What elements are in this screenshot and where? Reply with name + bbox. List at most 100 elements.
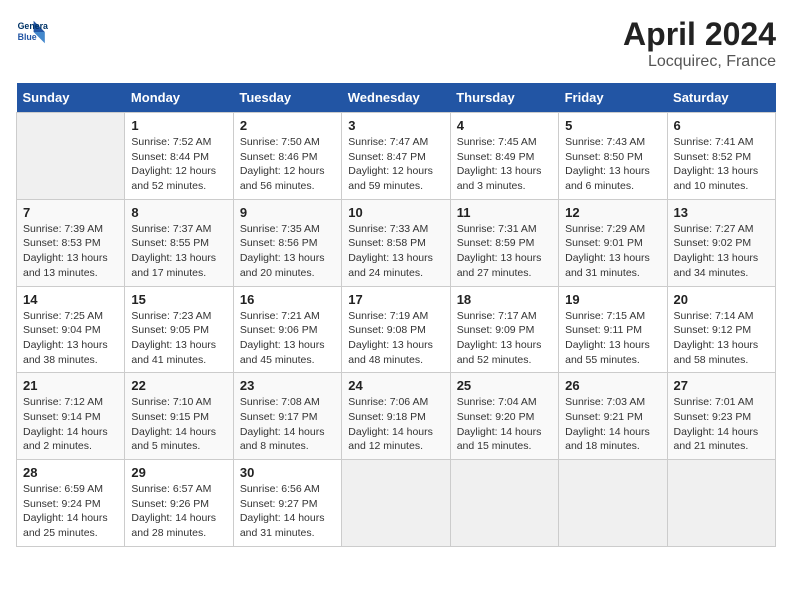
day-info: Sunrise: 7:25 AM Sunset: 9:04 PM Dayligh… — [23, 309, 118, 368]
calendar-cell: 21Sunrise: 7:12 AM Sunset: 9:14 PM Dayli… — [17, 373, 125, 460]
calendar-week-row: 7Sunrise: 7:39 AM Sunset: 8:53 PM Daylig… — [17, 199, 776, 286]
calendar-cell: 8 Sunrise: 7:37 AM Sunset: 8:55 PM Daylig… — [125, 199, 233, 286]
day-number: 25 — [457, 378, 552, 393]
day-info: Sunrise: 6:56 AM Sunset: 9:27 PM Dayligh… — [240, 482, 335, 541]
calendar-cell: 1Sunrise: 7:52 AM Sunset: 8:44 PM Daylig… — [125, 113, 233, 200]
calendar-header-cell: Tuesday — [233, 83, 341, 113]
day-number: 12 — [565, 205, 660, 220]
day-info: Sunrise: 7:19 AM Sunset: 9:08 PM Dayligh… — [348, 309, 443, 368]
day-number: 6 — [674, 118, 769, 133]
day-number: 27 — [674, 378, 769, 393]
day-number: 20 — [674, 292, 769, 307]
day-number: 16 — [240, 292, 335, 307]
day-number: 8 — [131, 205, 226, 220]
calendar-cell: 23 Sunrise: 7:08 AM Sunset: 9:17 PM Dayli… — [233, 373, 341, 460]
calendar-week-row: 21Sunrise: 7:12 AM Sunset: 9:14 PM Dayli… — [17, 373, 776, 460]
day-info: Sunrise: 6:57 AM Sunset: 9:26 PM Dayligh… — [131, 482, 226, 541]
day-info: Sunrise: 7:17 AM Sunset: 9:09 PM Dayligh… — [457, 309, 552, 368]
logo: General Blue — [16, 16, 48, 48]
svg-text:Blue: Blue — [18, 32, 37, 42]
day-info: Sunrise: 7:21 AM Sunset: 9:06 PM Dayligh… — [240, 309, 335, 368]
day-number: 30 — [240, 465, 335, 480]
day-info: Sunrise: 7:12 AM Sunset: 9:14 PM Dayligh… — [23, 395, 118, 454]
calendar-cell: 22 Sunrise: 7:10 AM Sunset: 9:15 PM Dayli… — [125, 373, 233, 460]
calendar-week-row: 14 Sunrise: 7:25 AM Sunset: 9:04 PM Dayli… — [17, 286, 776, 373]
day-number: 24 — [348, 378, 443, 393]
calendar-cell: 14 Sunrise: 7:25 AM Sunset: 9:04 PM Dayli… — [17, 286, 125, 373]
day-number: 19 — [565, 292, 660, 307]
calendar-cell: 11 Sunrise: 7:31 AM Sunset: 8:59 PM Dayli… — [450, 199, 558, 286]
calendar-cell: 5 Sunrise: 7:43 AM Sunset: 8:50 PM Daylig… — [559, 113, 667, 200]
calendar-cell: 17 Sunrise: 7:19 AM Sunset: 9:08 PM Dayli… — [342, 286, 450, 373]
calendar-header-cell: Thursday — [450, 83, 558, 113]
day-info: Sunrise: 7:14 AM Sunset: 9:12 PM Dayligh… — [674, 309, 769, 368]
day-info: Sunrise: 7:31 AM Sunset: 8:59 PM Dayligh… — [457, 222, 552, 281]
page-header: General Blue April 2024 Locquirec, Franc… — [16, 16, 776, 71]
day-number: 4 — [457, 118, 552, 133]
day-number: 14 — [23, 292, 118, 307]
day-number: 18 — [457, 292, 552, 307]
calendar-header-cell: Wednesday — [342, 83, 450, 113]
day-info: Sunrise: 7:33 AM Sunset: 8:58 PM Dayligh… — [348, 222, 443, 281]
page-subtitle: Locquirec, France — [623, 53, 776, 71]
calendar-header-cell: Saturday — [667, 83, 775, 113]
calendar-cell — [667, 460, 775, 547]
day-number: 2 — [240, 118, 335, 133]
day-info: Sunrise: 7:10 AM Sunset: 9:15 PM Dayligh… — [131, 395, 226, 454]
title-block: April 2024 Locquirec, France — [623, 16, 776, 71]
day-info: Sunrise: 7:29 AM Sunset: 9:01 PM Dayligh… — [565, 222, 660, 281]
calendar-cell: 20 Sunrise: 7:14 AM Sunset: 9:12 PM Dayli… — [667, 286, 775, 373]
calendar-cell — [17, 113, 125, 200]
calendar-cell: 18 Sunrise: 7:17 AM Sunset: 9:09 PM Dayli… — [450, 286, 558, 373]
day-info: Sunrise: 7:39 AM Sunset: 8:53 PM Dayligh… — [23, 222, 118, 281]
day-info: Sunrise: 7:27 AM Sunset: 9:02 PM Dayligh… — [674, 222, 769, 281]
day-info: Sunrise: 7:35 AM Sunset: 8:56 PM Dayligh… — [240, 222, 335, 281]
calendar-cell: 24 Sunrise: 7:06 AM Sunset: 9:18 PM Dayli… — [342, 373, 450, 460]
calendar-cell: 28 Sunrise: 6:59 AM Sunset: 9:24 PM Dayli… — [17, 460, 125, 547]
day-number: 11 — [457, 205, 552, 220]
day-info: Sunrise: 7:37 AM Sunset: 8:55 PM Dayligh… — [131, 222, 226, 281]
day-info: Sunrise: 7:06 AM Sunset: 9:18 PM Dayligh… — [348, 395, 443, 454]
calendar-cell: 2 Sunrise: 7:50 AM Sunset: 8:46 PM Daylig… — [233, 113, 341, 200]
day-number: 3 — [348, 118, 443, 133]
day-info: Sunrise: 7:08 AM Sunset: 9:17 PM Dayligh… — [240, 395, 335, 454]
calendar-table: SundayMondayTuesdayWednesdayThursdayFrid… — [16, 83, 776, 547]
day-number: 15 — [131, 292, 226, 307]
day-number: 5 — [565, 118, 660, 133]
calendar-header-cell: Monday — [125, 83, 233, 113]
calendar-week-row: 28 Sunrise: 6:59 AM Sunset: 9:24 PM Dayli… — [17, 460, 776, 547]
calendar-cell: 19Sunrise: 7:15 AM Sunset: 9:11 PM Dayli… — [559, 286, 667, 373]
day-number: 28 — [23, 465, 118, 480]
calendar-cell: 12 Sunrise: 7:29 AM Sunset: 9:01 PM Dayli… — [559, 199, 667, 286]
calendar-cell — [450, 460, 558, 547]
svg-text:General: General — [18, 21, 48, 31]
day-info: Sunrise: 6:59 AM Sunset: 9:24 PM Dayligh… — [23, 482, 118, 541]
day-info: Sunrise: 7:23 AM Sunset: 9:05 PM Dayligh… — [131, 309, 226, 368]
calendar-week-row: 1Sunrise: 7:52 AM Sunset: 8:44 PM Daylig… — [17, 113, 776, 200]
calendar-cell: 6 Sunrise: 7:41 AM Sunset: 8:52 PM Daylig… — [667, 113, 775, 200]
calendar-body: 1Sunrise: 7:52 AM Sunset: 8:44 PM Daylig… — [17, 113, 776, 547]
day-info: Sunrise: 7:45 AM Sunset: 8:49 PM Dayligh… — [457, 135, 552, 194]
calendar-cell — [342, 460, 450, 547]
logo-icon: General Blue — [16, 16, 48, 48]
calendar-cell: 25Sunrise: 7:04 AM Sunset: 9:20 PM Dayli… — [450, 373, 558, 460]
page-title: April 2024 — [623, 16, 776, 53]
day-info: Sunrise: 7:50 AM Sunset: 8:46 PM Dayligh… — [240, 135, 335, 194]
day-number: 22 — [131, 378, 226, 393]
day-number: 26 — [565, 378, 660, 393]
calendar-cell: 15 Sunrise: 7:23 AM Sunset: 9:05 PM Dayli… — [125, 286, 233, 373]
calendar-header-cell: Sunday — [17, 83, 125, 113]
day-number: 1 — [131, 118, 226, 133]
day-number: 29 — [131, 465, 226, 480]
day-number: 13 — [674, 205, 769, 220]
calendar-cell: 10Sunrise: 7:33 AM Sunset: 8:58 PM Dayli… — [342, 199, 450, 286]
calendar-cell: 26Sunrise: 7:03 AM Sunset: 9:21 PM Dayli… — [559, 373, 667, 460]
calendar-cell: 9Sunrise: 7:35 AM Sunset: 8:56 PM Daylig… — [233, 199, 341, 286]
calendar-header-cell: Friday — [559, 83, 667, 113]
day-info: Sunrise: 7:41 AM Sunset: 8:52 PM Dayligh… — [674, 135, 769, 194]
day-number: 23 — [240, 378, 335, 393]
calendar-cell: 16 Sunrise: 7:21 AM Sunset: 9:06 PM Dayli… — [233, 286, 341, 373]
day-info: Sunrise: 7:43 AM Sunset: 8:50 PM Dayligh… — [565, 135, 660, 194]
day-number: 17 — [348, 292, 443, 307]
calendar-cell — [559, 460, 667, 547]
